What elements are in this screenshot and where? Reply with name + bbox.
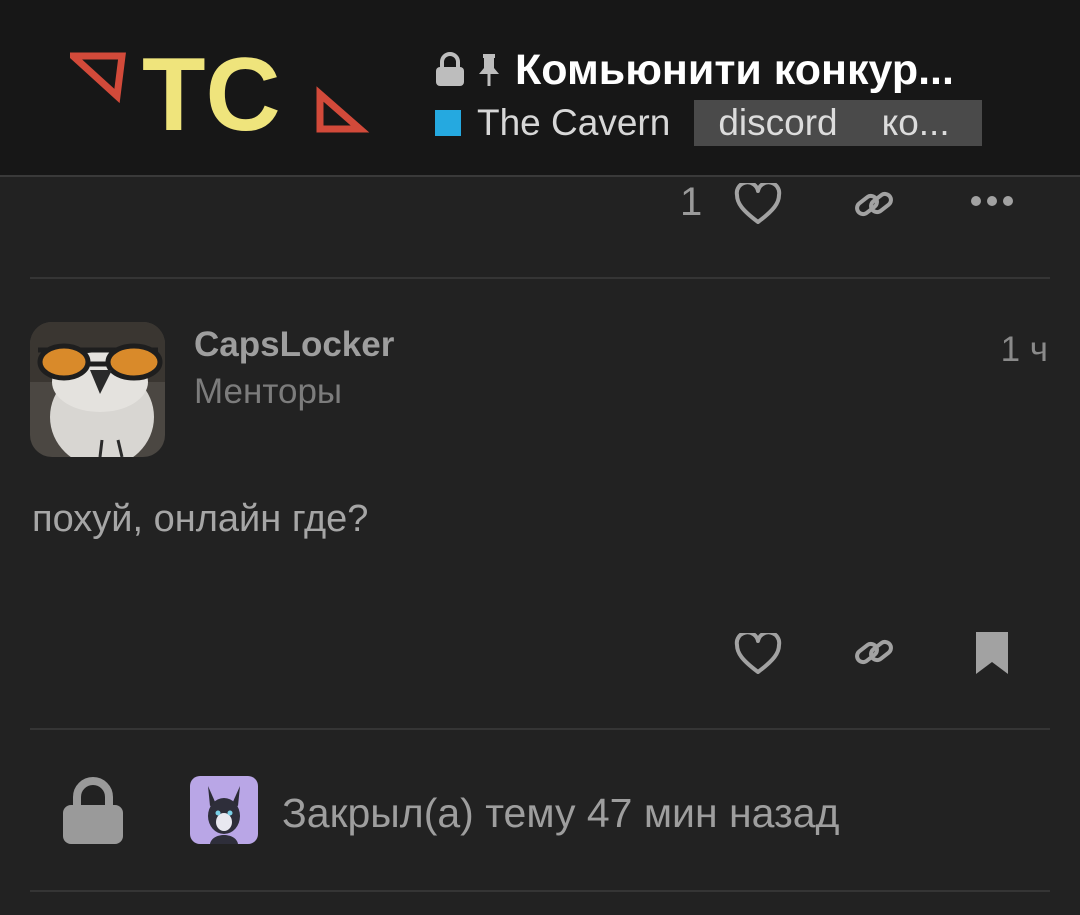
post-body: похуй, онлайн где? bbox=[32, 498, 369, 540]
link-icon[interactable] bbox=[852, 630, 896, 674]
lock-icon bbox=[63, 777, 123, 844]
pin-icon bbox=[479, 54, 499, 86]
topic-title-row[interactable]: Комьюнити конкур... bbox=[435, 44, 995, 96]
post-divider bbox=[30, 277, 1050, 279]
tag-list: discord ко... bbox=[694, 100, 983, 146]
tag-truncated[interactable]: ко... bbox=[882, 102, 950, 144]
post-time[interactable]: 1 ч bbox=[1001, 330, 1048, 370]
post-user-group[interactable]: Менторы bbox=[194, 372, 342, 412]
tag-discord[interactable]: discord bbox=[718, 102, 837, 144]
post-username[interactable]: CapsLocker bbox=[194, 325, 394, 365]
post-divider bbox=[30, 728, 1050, 730]
topic-meta: The Cavern discord ко... bbox=[435, 100, 995, 146]
topic-title[interactable]: Комьюнити конкур... bbox=[515, 46, 954, 95]
topic-header: TC Комьюнити конкур... The Cavern discor… bbox=[0, 0, 1080, 177]
topic-info: Комьюнити конкур... The Cavern discord к… bbox=[435, 44, 995, 146]
heart-icon[interactable] bbox=[734, 633, 782, 675]
link-icon[interactable] bbox=[852, 182, 896, 226]
logo-text: TC bbox=[142, 44, 281, 139]
site-logo[interactable]: TC bbox=[70, 44, 370, 139]
heart-icon[interactable] bbox=[734, 183, 782, 225]
post-divider bbox=[30, 890, 1050, 892]
avatar-image bbox=[190, 776, 258, 844]
category-link[interactable]: The Cavern bbox=[477, 102, 670, 144]
bookmark-icon[interactable] bbox=[974, 630, 1010, 676]
logo-triangle-left bbox=[70, 52, 126, 104]
logo-triangle-right bbox=[316, 86, 370, 133]
like-count[interactable]: 1 bbox=[680, 180, 702, 225]
small-action-avatar[interactable] bbox=[190, 776, 258, 844]
avatar[interactable] bbox=[30, 322, 165, 457]
category-color-badge bbox=[435, 110, 461, 136]
avatar-image bbox=[30, 322, 165, 457]
more-icon[interactable] bbox=[970, 194, 1014, 208]
previous-post-actions: 1 bbox=[0, 178, 1080, 228]
small-action-text: Закрыл(а) тему 47 мин назад bbox=[282, 790, 840, 836]
lock-icon bbox=[436, 52, 464, 86]
